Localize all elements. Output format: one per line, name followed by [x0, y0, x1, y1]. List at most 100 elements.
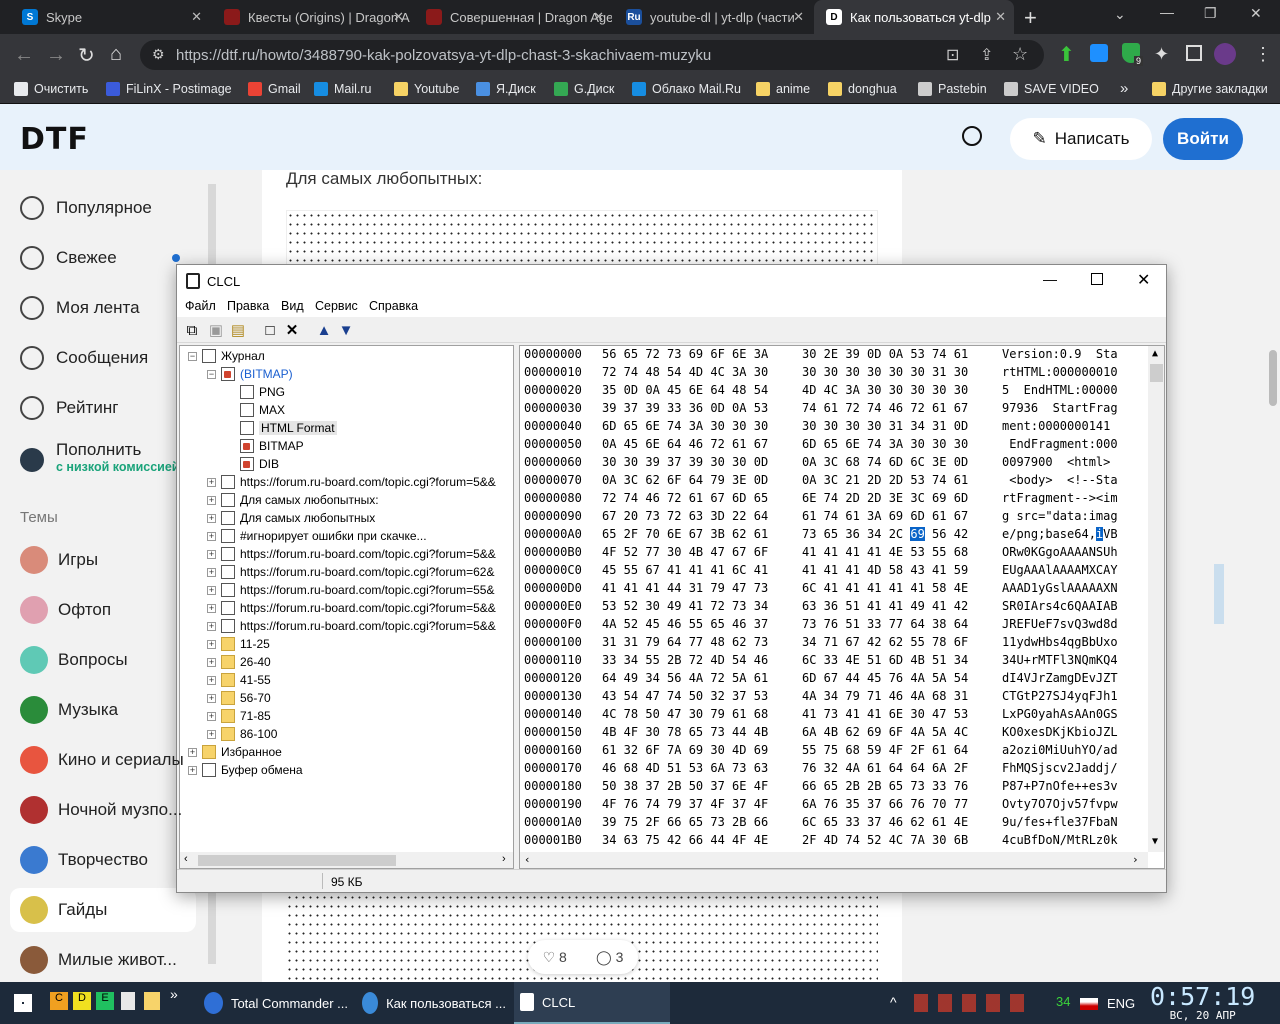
hex-row[interactable]: 00000020 35 0D 0A 45 6E 64 48 54 4D 4C 3A …: [524, 383, 1118, 401]
hex-row[interactable]: 000000B0 4F 52 77 30 4B 47 67 6F 41 41 41 …: [524, 545, 1118, 563]
paste-icon[interactable]: ▣: [207, 321, 225, 339]
topic-item[interactable]: Кино и сериалы: [20, 746, 184, 774]
expand-icon[interactable]: +: [207, 693, 216, 703]
tab-close-icon[interactable]: ✕: [393, 9, 404, 25]
hex-row[interactable]: 000001A0 39 75 2F 66 65 73 2B 66 6C 65 33 …: [524, 815, 1118, 833]
hex-row[interactable]: 00000040 6D 65 6E 74 3A 30 30 30 30 30 30 …: [524, 419, 1110, 437]
menu-item[interactable]: Файл: [185, 299, 216, 313]
hex-scroll-right-icon[interactable]: ›: [1132, 853, 1139, 866]
new-item-icon[interactable]: □: [261, 321, 279, 339]
topic-item[interactable]: Милые живот...: [20, 946, 177, 974]
hex-row[interactable]: 00000190 4F 76 74 79 37 4F 37 4F 6A 76 35 …: [524, 797, 1118, 815]
hex-row[interactable]: 00000160 61 32 6F 7A 69 30 4D 69 55 75 68 …: [524, 743, 1118, 761]
move-down-icon[interactable]: ▼: [337, 321, 355, 339]
copy-icon[interactable]: ⧉: [183, 321, 201, 339]
topic-item[interactable]: Вопросы: [20, 646, 128, 674]
expand-icon[interactable]: +: [207, 639, 216, 649]
sidebar-item[interactable]: Сообщения: [20, 346, 148, 370]
bookmark-item[interactable]: donghua: [828, 82, 897, 96]
hex-viewer[interactable]: 00000000 56 65 72 73 69 6F 6E 3A 30 2E 39 …: [519, 345, 1165, 869]
topic-item[interactable]: Гайды: [20, 896, 107, 924]
tab-search-icon[interactable]: ⌄: [1114, 6, 1126, 23]
expand-icon[interactable]: +: [207, 711, 216, 721]
scroll-up-icon[interactable]: ▲: [1152, 348, 1158, 359]
hex-row[interactable]: 000000C0 45 55 67 41 41 41 6C 41 41 41 41 …: [524, 563, 1118, 581]
menu-item[interactable]: Правка: [227, 299, 269, 313]
bookmark-item[interactable]: Очистить: [14, 82, 88, 96]
bookmark-star-icon[interactable]: ☆: [1012, 44, 1028, 65]
comments-button[interactable]: ◯ 3: [596, 949, 623, 966]
browser-tab[interactable]: Ru youtube-dl | yt-dlp (части ✕: [614, 0, 812, 34]
tree-node[interactable]: + https://forum.ru-board.com/topic.cgi?fo…: [207, 617, 496, 635]
profile-avatar[interactable]: [1214, 43, 1236, 65]
expand-icon[interactable]: +: [207, 531, 216, 541]
hex-row[interactable]: 00000090 67 20 73 72 63 3D 22 64 61 74 61 …: [524, 509, 1118, 527]
taskbar-app-button[interactable]: CLCL: [514, 982, 670, 1024]
collapse-icon[interactable]: −: [207, 369, 216, 379]
page-scroll-thumb[interactable]: [1269, 350, 1277, 406]
minimize-window-button[interactable]: —: [1160, 4, 1174, 20]
hex-row[interactable]: 00000100 31 31 79 64 77 48 62 73 34 71 67 …: [524, 635, 1118, 653]
taskbar-app-button[interactable]: Total Commander ...: [198, 982, 348, 1024]
forward-icon[interactable]: →: [46, 44, 66, 67]
hex-row[interactable]: 00000130 43 54 47 74 50 32 37 53 4A 34 79 …: [524, 689, 1118, 707]
hex-row[interactable]: 00000000 56 65 72 73 69 6F 6E 3A 30 2E 39 …: [524, 347, 1118, 365]
clcl-minimize-button[interactable]: —: [1043, 271, 1057, 287]
scroll-left-icon[interactable]: ‹: [184, 853, 188, 865]
taskbar-app-button[interactable]: Как пользоваться ...: [356, 982, 506, 1024]
tree-scroll-thumb[interactable]: [198, 855, 396, 866]
quicklaunch-c-icon[interactable]: C: [50, 992, 68, 1010]
system-clock[interactable]: 0:57:19 ВС, 20 АПР: [1150, 984, 1255, 1022]
tree-node[interactable]: + #игнорирует ошибки при скачке...: [207, 527, 427, 545]
new-tab-button[interactable]: +: [1024, 5, 1037, 31]
tree-node[interactable]: + Избранное: [188, 743, 282, 761]
tree-node[interactable]: +26-40: [207, 653, 271, 671]
site-logo[interactable]: DTF: [20, 122, 89, 157]
tree-node[interactable]: BITMAP: [226, 437, 304, 455]
hex-row[interactable]: 000000F0 4A 52 45 46 55 65 46 37 73 76 51 …: [524, 617, 1118, 635]
expand-icon[interactable]: +: [207, 513, 216, 523]
extensions-icon[interactable]: ✦: [1154, 44, 1169, 65]
sidepanel-icon[interactable]: [1186, 45, 1202, 61]
expand-icon[interactable]: +: [207, 549, 216, 559]
restore-window-button[interactable]: ❐: [1204, 5, 1217, 22]
clcl-maximize-button[interactable]: [1091, 273, 1103, 285]
tree-node[interactable]: + https://forum.ru-board.com/topic.cgi?fo…: [207, 563, 494, 581]
close-window-button[interactable]: ✕: [1250, 5, 1262, 22]
other-bookmarks-folder[interactable]: Другие закладки: [1152, 82, 1268, 96]
bookmark-item[interactable]: Я.Диск: [476, 82, 536, 96]
expand-icon[interactable]: +: [207, 621, 216, 631]
tree-node[interactable]: MAX: [226, 401, 285, 419]
bookmark-item[interactable]: Pastebin: [918, 82, 987, 96]
bookmark-item[interactable]: anime: [756, 82, 810, 96]
quicklaunch-more-icon[interactable]: »: [170, 986, 178, 1002]
tree-node[interactable]: + https://forum.ru-board.com/topic.cgi?fo…: [207, 581, 494, 599]
tab-close-icon[interactable]: ✕: [593, 9, 604, 25]
bookmark-item[interactable]: Youtube: [394, 82, 459, 96]
scroll-down-icon[interactable]: ▼: [1152, 836, 1158, 847]
hex-hscrollbar[interactable]: ‹ ›: [520, 852, 1148, 868]
sidebar-item-topup[interactable]: Пополнить с низкой комиссией: [20, 440, 179, 474]
bookmark-item[interactable]: G.Диск: [554, 82, 614, 96]
collapse-icon[interactable]: −: [188, 351, 197, 361]
bookmark-item[interactable]: SAVE VIDEO: [1004, 82, 1099, 96]
menu-icon[interactable]: ⋮: [1254, 44, 1272, 65]
quicklaunch-folder-icon[interactable]: [144, 992, 160, 1010]
browser-tab[interactable]: S Skype ✕: [10, 0, 210, 34]
expand-icon[interactable]: +: [188, 747, 197, 757]
browser-tab[interactable]: D Как пользоваться yt-dlp ✕: [814, 0, 1014, 34]
url-text[interactable]: https://dtf.ru/howto/3488790-kak-polzova…: [176, 47, 711, 64]
expand-icon[interactable]: +: [207, 495, 216, 505]
delete-icon[interactable]: ✕: [283, 321, 301, 339]
login-button[interactable]: Войти: [1163, 118, 1243, 160]
hex-row[interactable]: 00000110 33 34 55 2B 72 4D 54 46 6C 33 4E …: [524, 653, 1118, 671]
history-tree[interactable]: − Журнал − (BITMAP) PNG MAX HTML Format BITMAP D…: [179, 345, 514, 869]
hex-row[interactable]: 00000140 4C 78 50 47 30 79 61 68 41 73 41 …: [524, 707, 1118, 725]
hex-row[interactable]: 000000A0 65 2F 70 6E 67 3B 62 61 73 65 36 …: [524, 527, 1118, 545]
expand-icon[interactable]: +: [188, 765, 197, 775]
tree-node[interactable]: HTML Format: [226, 419, 337, 437]
reload-icon[interactable]: ↻: [78, 43, 95, 68]
topic-item[interactable]: Игры: [20, 546, 98, 574]
expand-icon[interactable]: +: [207, 567, 216, 577]
hex-row[interactable]: 00000150 4B 4F 30 78 65 73 44 4B 6A 4B 62 …: [524, 725, 1118, 743]
